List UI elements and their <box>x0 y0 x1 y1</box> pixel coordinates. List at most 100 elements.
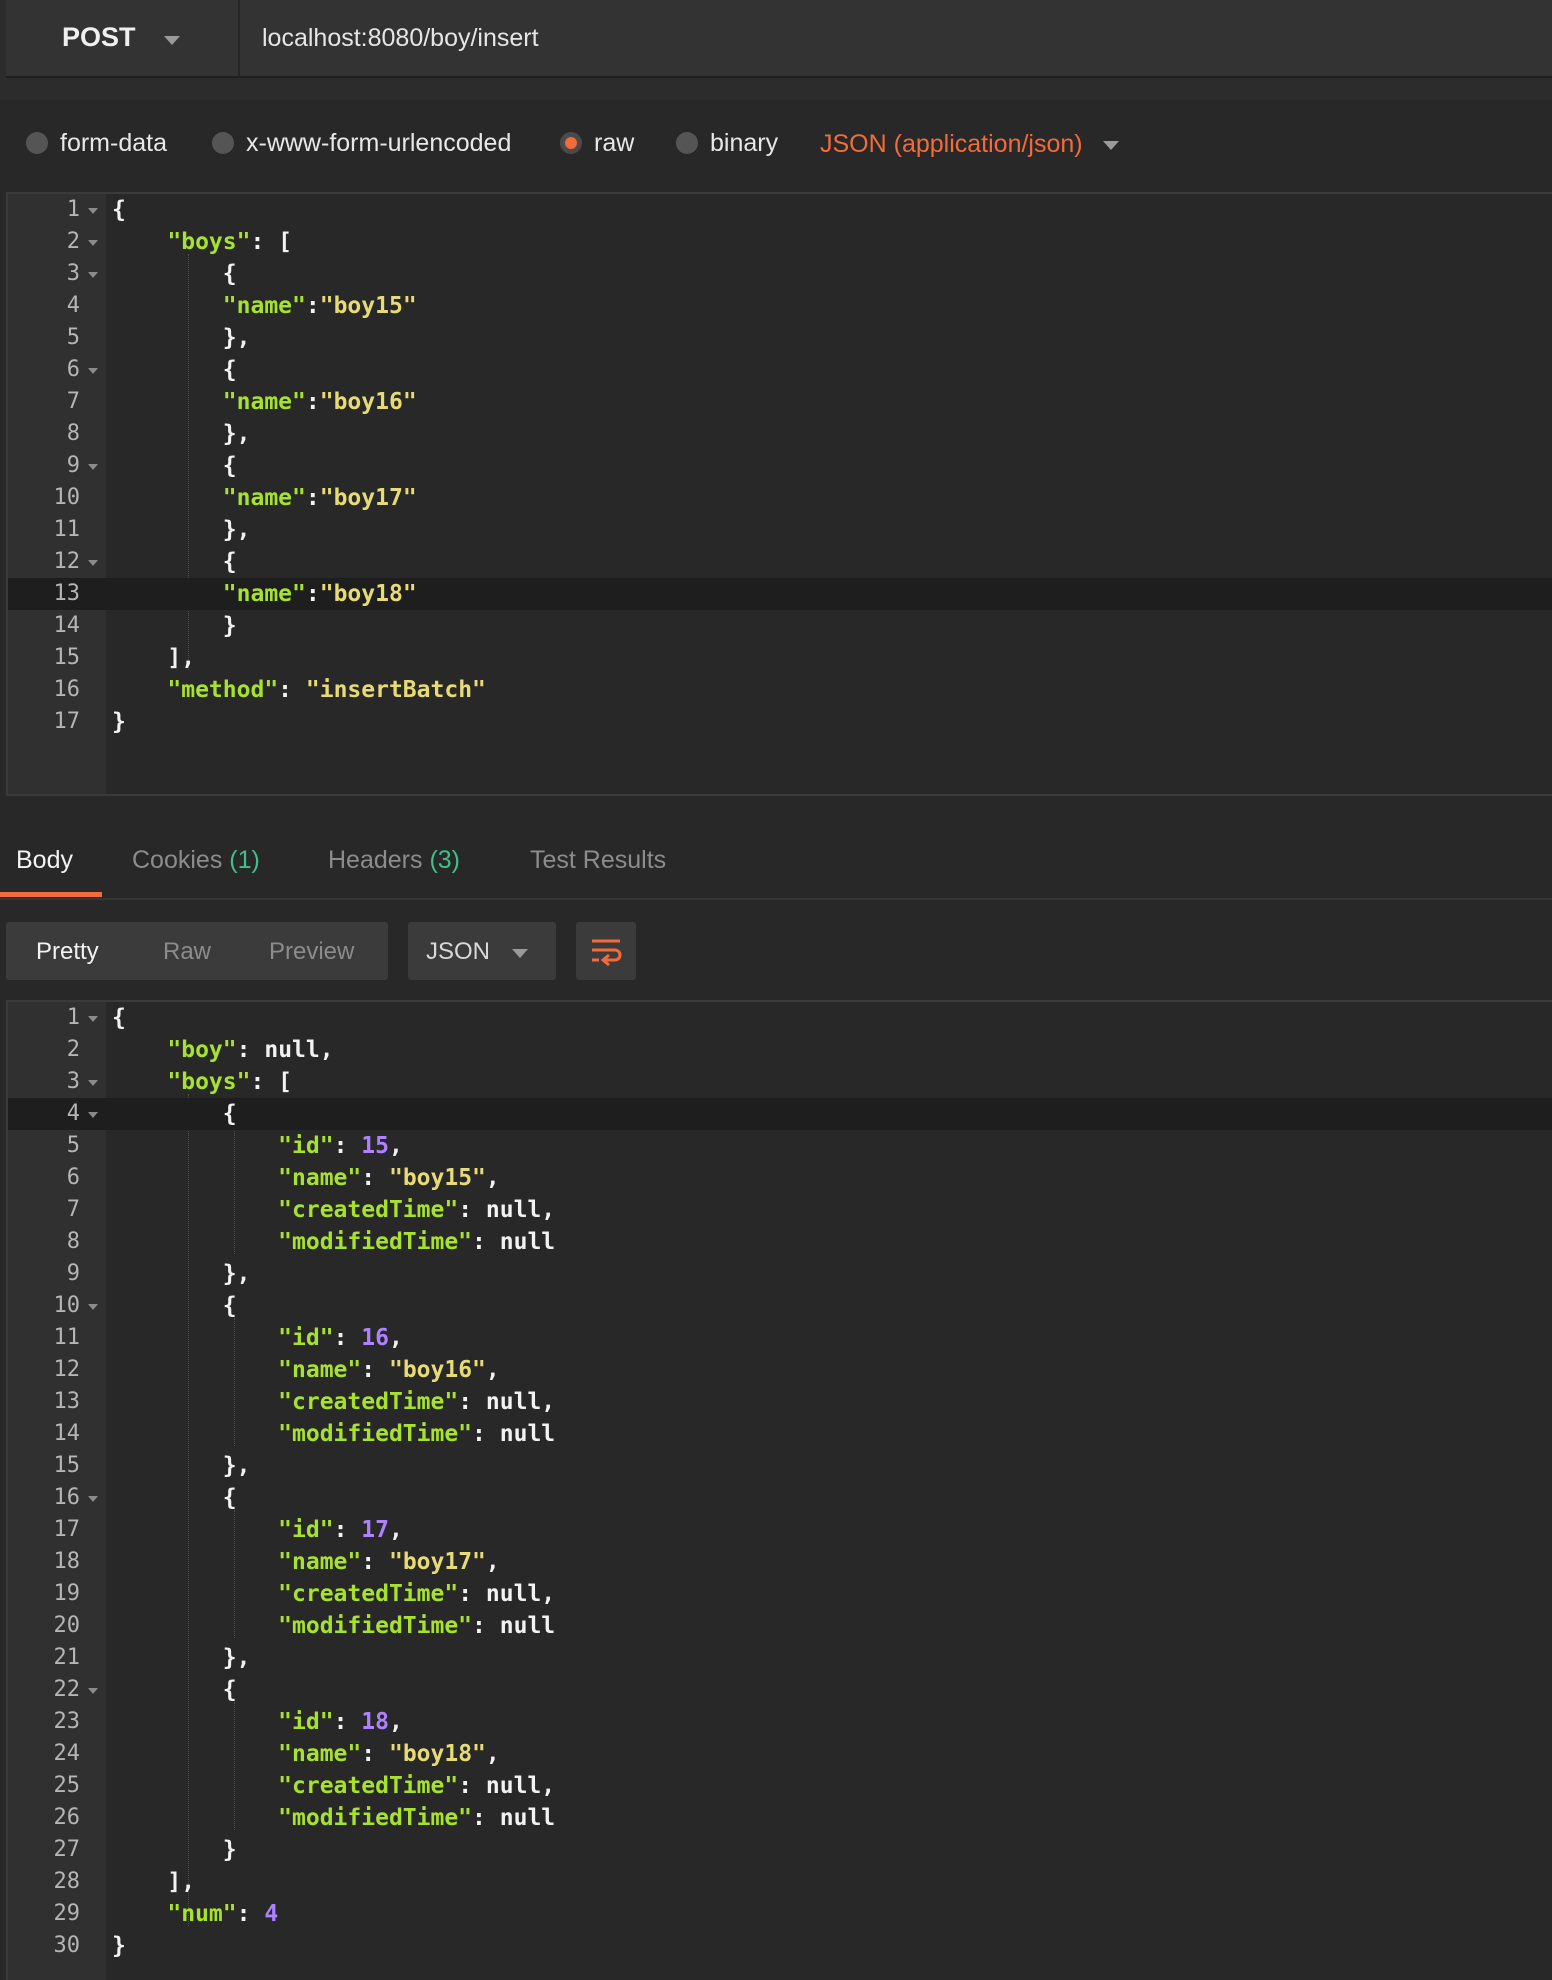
line-number: 24 <box>53 1741 81 1766</box>
chevron-down-icon[interactable] <box>1103 141 1119 150</box>
code-line: 12 "name": "boy16", <box>8 1354 1552 1386</box>
radio-form-data[interactable]: form-data <box>26 126 167 160</box>
tab-label: Test Results <box>530 846 667 874</box>
line-number: 22 <box>53 1677 81 1702</box>
line-number: 11 <box>53 517 81 542</box>
code-token: "boy17" <box>319 485 417 511</box>
code-token: "name" <box>222 389 306 415</box>
code-token: "modifiedTime": null <box>278 1229 556 1255</box>
code-line: 27 } <box>8 1834 1552 1866</box>
line-number: 9 <box>66 453 80 478</box>
code-line: 11 "id": 16, <box>8 1322 1552 1354</box>
tab-cookies[interactable]: Cookies (1) <box>132 846 260 875</box>
fold-icon <box>88 560 98 566</box>
code-line: 11 }, <box>8 514 1552 546</box>
code-line: 6 { <box>8 354 1552 386</box>
radio-label: x-www-form-urlencoded <box>246 128 512 157</box>
code-token: }, <box>112 1453 251 1479</box>
code-token: "modifiedTime" <box>278 1805 473 1831</box>
code-line: 18 "name": "boy17", <box>8 1546 1552 1578</box>
code-token: } <box>112 1933 126 1959</box>
line-number: 25 <box>53 1773 81 1798</box>
code-token: "id": 18, <box>278 1709 403 1735</box>
line-number: 11 <box>53 1325 81 1350</box>
pretty-button[interactable]: Pretty <box>36 938 99 966</box>
tab-test-results[interactable]: Test Results <box>530 846 666 875</box>
radio-label: raw <box>594 128 635 157</box>
line-number: 14 <box>53 1421 81 1446</box>
code-line: 17 "id": 17, <box>8 1514 1552 1546</box>
code-token: "id" <box>278 1517 334 1543</box>
preview-button[interactable]: Preview <box>269 938 354 966</box>
line-number: 18 <box>53 1549 81 1574</box>
url-input[interactable]: localhost:8080/boy/insert <box>238 0 1552 78</box>
code-token: "boy18" <box>319 581 417 607</box>
code-token: { <box>112 453 237 479</box>
code-line-active: 13 "name":"boy18" <box>8 578 1552 610</box>
code-token: "createdTime" <box>278 1197 459 1223</box>
radio-label: form-data <box>60 128 167 157</box>
format-dropdown[interactable]: JSON <box>408 922 556 980</box>
code-line: 14 } <box>8 610 1552 642</box>
code-token: "modifiedTime": null <box>278 1805 556 1831</box>
code-token: null <box>485 1581 542 1607</box>
code-token: "boys": [ <box>167 1069 293 1095</box>
tab-label: Cookies <box>132 846 223 874</box>
code-token: "createdTime": null, <box>278 1773 556 1799</box>
code-token: "createdTime": null, <box>278 1389 556 1415</box>
code-line: 16 "method": "insertBatch" <box>8 674 1552 706</box>
tab-body[interactable]: Body <box>16 846 73 875</box>
format-label: JSON <box>426 938 491 965</box>
wrap-lines-button[interactable] <box>576 922 636 980</box>
raw-button[interactable]: Raw <box>163 938 211 966</box>
line-number: 15 <box>53 645 81 670</box>
code-line: 15 ], <box>8 642 1552 674</box>
code-line: 9 { <box>8 450 1552 482</box>
radio-raw[interactable]: raw <box>560 126 634 160</box>
code-token: { <box>112 1293 237 1319</box>
code-token: "id": 15, <box>278 1133 403 1159</box>
url-text: localhost:8080/boy/insert <box>262 24 539 52</box>
code-token: "insertBatch" <box>305 677 486 703</box>
code-token: "createdTime" <box>278 1581 459 1607</box>
body-type-options: form-data x-www-form-urlencoded raw bina… <box>0 100 1552 192</box>
line-number: 30 <box>53 1933 81 1958</box>
line-number: 4 <box>66 293 80 318</box>
line-number: 15 <box>53 1453 81 1478</box>
active-tab-indicator <box>0 892 102 897</box>
code-token: ], <box>112 645 196 671</box>
code-token: "name": "boy18", <box>278 1741 500 1767</box>
code-line: 24 "name": "boy18", <box>8 1738 1552 1770</box>
fold-icon <box>88 464 98 470</box>
code-token: }, <box>112 517 251 543</box>
tab-headers[interactable]: Headers (3) <box>328 846 460 875</box>
radio-icon <box>676 132 698 154</box>
fold-icon <box>88 1112 98 1118</box>
code-token: }, <box>112 325 251 351</box>
code-line: 5 }, <box>8 322 1552 354</box>
code-token: }, <box>112 1261 251 1287</box>
line-number: 1 <box>66 1005 80 1030</box>
code-token: "name": "boy17", <box>278 1549 500 1575</box>
line-number: 3 <box>66 1069 80 1094</box>
code-token: ], <box>112 1869 196 1895</box>
radio-binary[interactable]: binary <box>676 126 778 160</box>
line-number: 9 <box>66 1261 80 1286</box>
code-token: } <box>112 613 237 639</box>
code-token: 18 <box>361 1709 389 1735</box>
line-number: 3 <box>66 261 80 286</box>
content-type-dropdown[interactable]: JSON (application/json) <box>820 130 1083 159</box>
line-number: 7 <box>66 1197 80 1222</box>
code-token: "method" <box>167 677 279 703</box>
code-token: "boy" <box>167 1037 237 1063</box>
code-token: "boy16" <box>388 1357 486 1383</box>
request-body-editor[interactable]: 1{ 2 "boys": [ 3 { 4 "name":"boy15" 5 },… <box>6 192 1552 796</box>
response-body-viewer[interactable]: 1{ 2 "boy": null, 3 "boys": [ 4 { 5 "id"… <box>6 1000 1552 1980</box>
method-selector[interactable]: POST <box>6 0 238 78</box>
code-line: 10 { <box>8 1290 1552 1322</box>
line-number: 17 <box>53 1517 81 1542</box>
fold-icon <box>88 1688 98 1694</box>
radio-x-www-form-urlencoded[interactable]: x-www-form-urlencoded <box>212 126 511 160</box>
code-token: { <box>112 1485 237 1511</box>
line-number: 16 <box>53 1485 81 1510</box>
